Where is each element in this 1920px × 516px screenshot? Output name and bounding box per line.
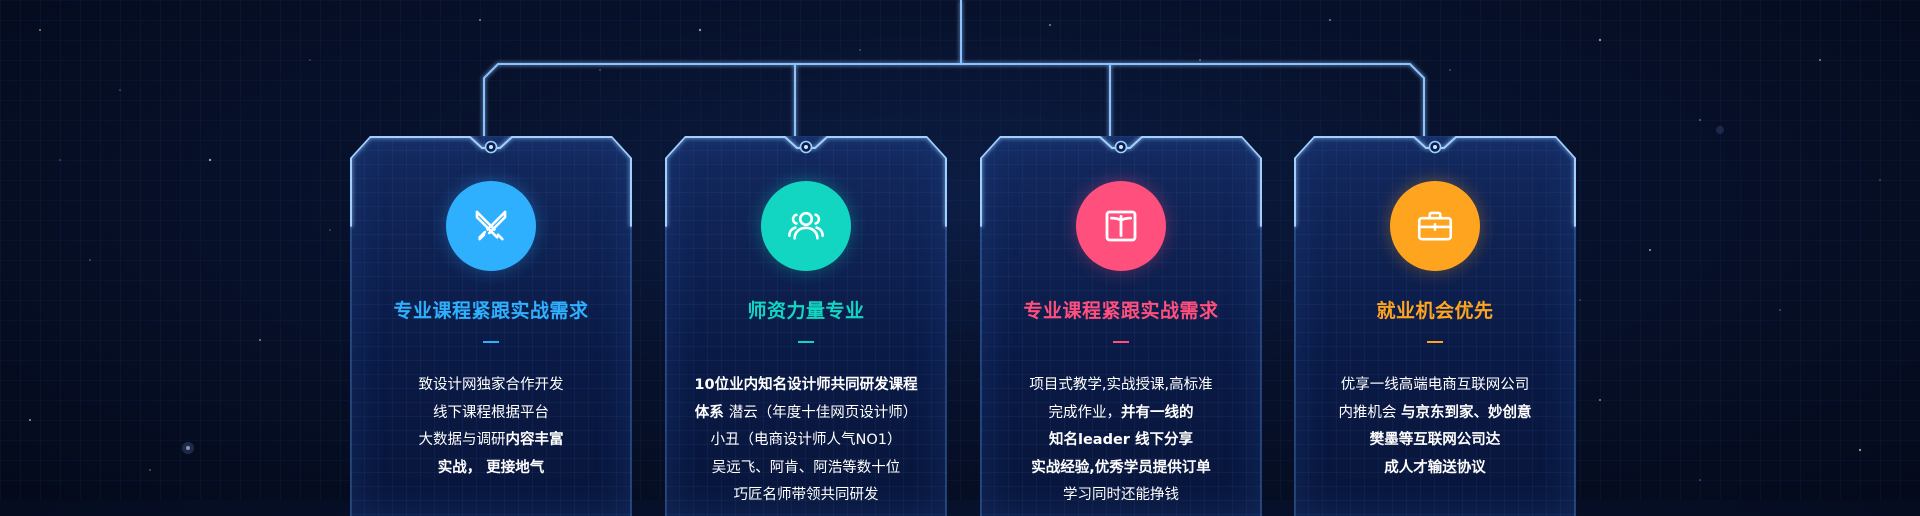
card-title: 师资力量专业 xyxy=(747,300,865,322)
description-line: 成人才输送协议 xyxy=(1308,455,1562,483)
card-description: 优享一线高端电商互联网公司 内推机会 与京东到家、妙创意 樊墨等互联网公司达 成人才输… xyxy=(1308,372,1562,482)
feature-card: 就业机会优先 优享一线高端电商互联网公司 内推机会 与京东到家、妙创意 樊墨等互联网公… xyxy=(1294,136,1576,516)
body-text: 致设计网独家合作开发 xyxy=(418,377,564,393)
feature-card: 专业课程紧跟实战需求致设计网独家合作开发 线下课程根据平台大数据与调研内容丰富实战… xyxy=(350,136,632,516)
description-line: 内推机会 与京东到家、妙创意 xyxy=(1308,400,1562,428)
body-text: 吴远飞、阿肯、阿浩等数十位 xyxy=(711,459,901,476)
body-text: 大数据与调研 xyxy=(418,432,506,448)
description-line: 实战， 更接地气 xyxy=(364,455,618,483)
team-icon xyxy=(785,205,827,247)
body-text: 小丑（电商设计师人气NO1） xyxy=(710,432,902,448)
card-title: 专业课程紧跟实战需求 xyxy=(393,300,589,322)
card-title: 就业机会优先 xyxy=(1376,300,1494,322)
highlight-text: 与京东到家、妙创意 xyxy=(1401,404,1532,421)
description-line: 樊墨等互联网公司达 xyxy=(1308,427,1562,455)
briefcase-icon xyxy=(1414,205,1456,247)
feature-card: 专业课程紧跟实战需求项目式教学,实战授课,高标准完成作业，并有一线的知名lead… xyxy=(980,136,1262,516)
card-description: 项目式教学,实战授课,高标准完成作业，并有一线的知名leader 线下分享实战经… xyxy=(994,372,1248,510)
description-line: 小丑（电商设计师人气NO1） xyxy=(679,427,933,455)
body-text: 学习同时还能挣钱 xyxy=(1063,487,1179,503)
body-text: 潜云（年度十佳网页设计师） xyxy=(728,404,918,421)
description-line: 吴远飞、阿肯、阿浩等数十位 xyxy=(679,455,933,483)
highlight-text: 实战经验,优秀学员提供订单 xyxy=(1031,459,1211,476)
highlight-text: 实战， 更接地气 xyxy=(437,459,545,476)
connector-lines xyxy=(483,0,1425,146)
card-title: 专业课程紧跟实战需求 xyxy=(1023,300,1219,322)
background-grid xyxy=(0,0,1920,500)
body-text: 完成作业， xyxy=(1048,404,1122,421)
description-line: 体系 潜云（年度十佳网页设计师） xyxy=(679,400,933,428)
title-divider xyxy=(1427,341,1443,343)
description-line: 知名leader 线下分享 xyxy=(994,427,1248,455)
highlight-text: 并有一线的 xyxy=(1121,404,1194,421)
body-text: 优享一线高端电商互联网公司 xyxy=(1340,377,1530,393)
description-line: 实战经验,优秀学员提供订单 xyxy=(994,455,1248,483)
highlight-text: 体系 xyxy=(694,404,729,421)
body-text: 巧匠名师带领共同研发 xyxy=(733,487,879,503)
description-line: 致设计网独家合作开发 xyxy=(364,372,618,400)
highlight-text: 内容丰富 xyxy=(505,432,564,448)
icon-badge xyxy=(446,181,536,271)
description-line: 学习同时还能挣钱 xyxy=(994,482,1248,510)
icon-badge xyxy=(1390,181,1480,271)
title-divider xyxy=(483,341,499,343)
card-description: 10位业内知名设计师共同研发课程 体系 潜云（年度十佳网页设计师） 小丑（电商设计师… xyxy=(679,372,933,510)
icon-badge xyxy=(1076,181,1166,271)
highlight-text: 10位业内知名设计师共同研发课程 xyxy=(694,377,918,393)
highlight-text: 成人才输送协议 xyxy=(1384,459,1486,476)
starfield xyxy=(28,19,1881,481)
description-line: 大数据与调研内容丰富 xyxy=(364,427,618,455)
feature-card: 师资力量专业 10位业内知名设计师共同研发课程 体系 潜云（年度十佳网页设计师） 小丑… xyxy=(665,136,947,516)
body-text: 内推机会 xyxy=(1338,404,1402,421)
swords-icon xyxy=(470,205,512,247)
highlight-text: 樊墨等互联网公司达 xyxy=(1369,432,1501,448)
title-divider xyxy=(1113,341,1129,343)
book-icon xyxy=(1100,205,1142,247)
card-description: 致设计网独家合作开发 线下课程根据平台大数据与调研内容丰富实战， 更接地气 xyxy=(364,372,618,482)
icon-badge xyxy=(761,181,851,271)
description-line: 完成作业，并有一线的 xyxy=(994,400,1248,428)
highlight-text: 知名leader 线下分享 xyxy=(1048,432,1193,448)
description-line: 项目式教学,实战授课,高标准 xyxy=(994,372,1248,400)
title-divider xyxy=(798,341,814,343)
description-line: 巧匠名师带领共同研发 xyxy=(679,482,933,510)
body-text: 项目式教学,实战授课,高标准 xyxy=(1029,377,1213,393)
description-line: 10位业内知名设计师共同研发课程 xyxy=(679,372,933,400)
description-line: 优享一线高端电商互联网公司 xyxy=(1308,372,1562,400)
description-line: 线下课程根据平台 xyxy=(364,400,618,428)
body-text: 线下课程根据平台 xyxy=(433,404,549,421)
